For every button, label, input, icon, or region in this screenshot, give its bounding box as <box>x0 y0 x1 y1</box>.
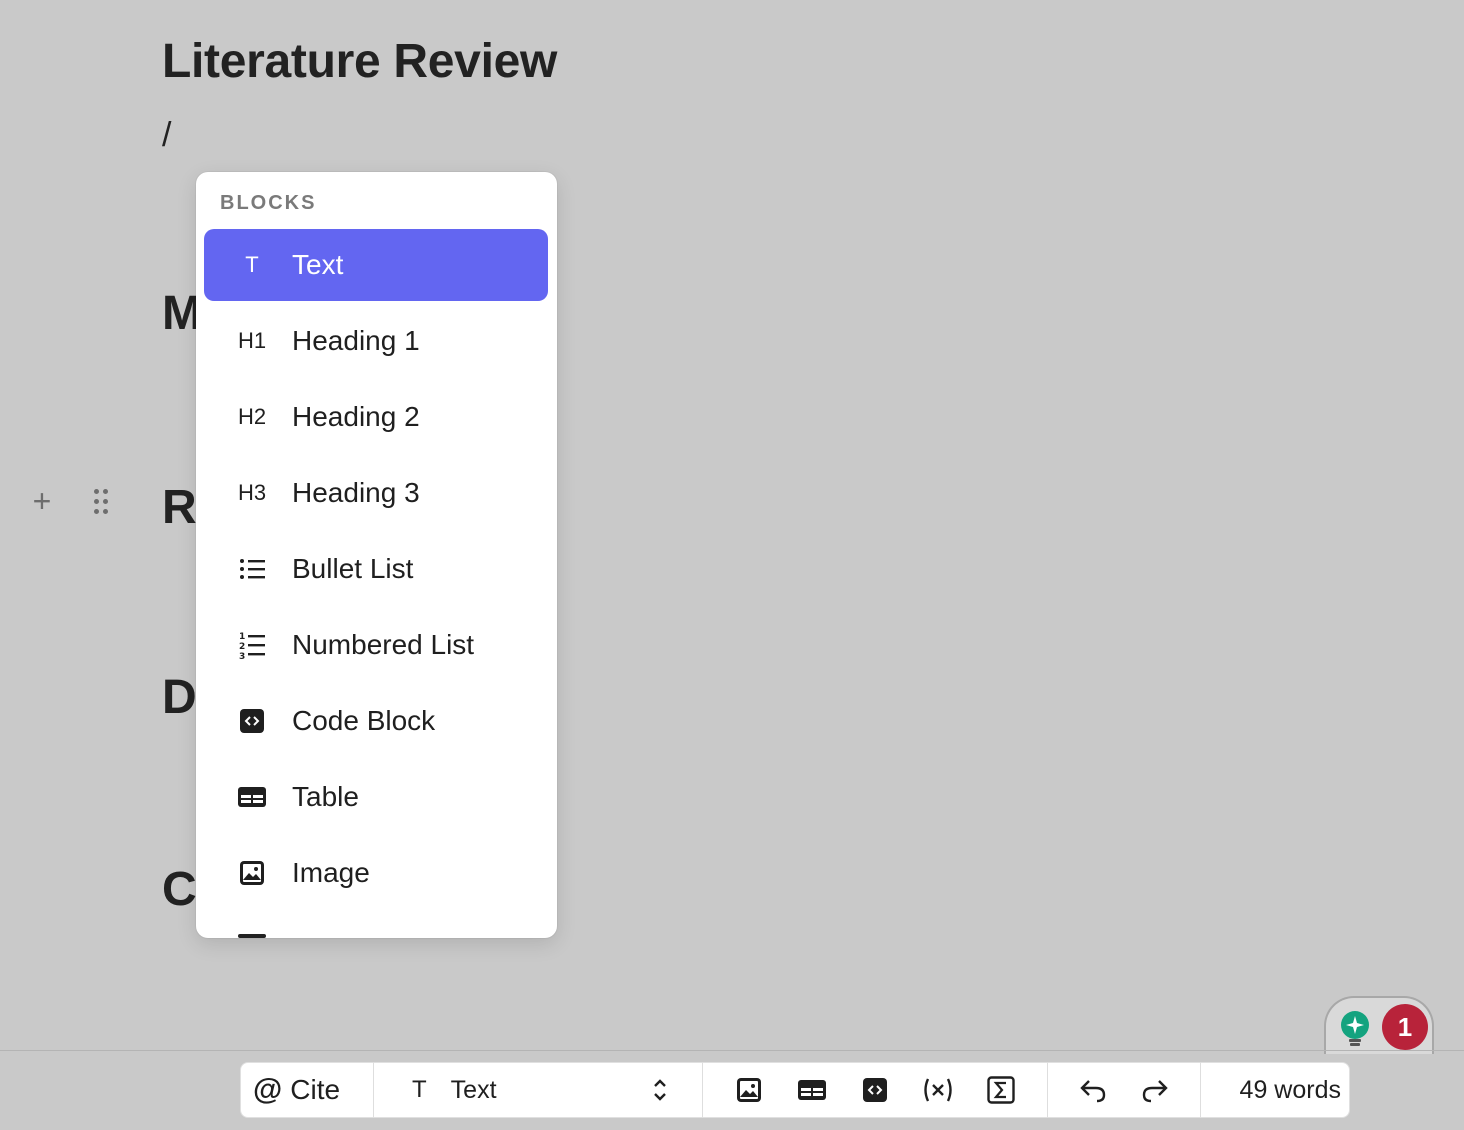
menu-item-numbered-list[interactable]: 1 2 3 Numbered List <box>204 609 548 681</box>
menu-item-heading-1[interactable]: H1 Heading 1 <box>204 305 548 377</box>
undo-icon[interactable] <box>1073 1070 1113 1110</box>
slash-command-menu: BLOCKS T Text H1 Heading 1 H2 Heading 2 … <box>196 172 557 938</box>
redo-icon[interactable] <box>1135 1070 1175 1110</box>
numbered-list-icon: 1 2 3 <box>204 609 300 681</box>
variable-icon[interactable] <box>918 1070 958 1110</box>
heading1-icon: H1 <box>237 328 267 353</box>
history-group <box>1048 1062 1200 1118</box>
cite-button[interactable]: @ Cite <box>241 1062 373 1118</box>
text-icon: T <box>245 252 259 277</box>
cite-label: Cite <box>290 1074 341 1105</box>
assistant-widget[interactable]: 1 <box>1324 996 1434 1054</box>
toolbar-divider <box>0 1050 1464 1051</box>
menu-item-label: Heading 1 <box>292 325 420 356</box>
lightbulb-icon[interactable] <box>1338 1010 1372 1051</box>
section-heading-peek[interactable]: C <box>162 862 198 917</box>
menu-item-heading-2[interactable]: H2 Heading 2 <box>204 381 548 453</box>
slash-command-input[interactable]: / <box>162 116 171 155</box>
bullet-list-icon <box>204 533 300 605</box>
block-type-select[interactable]: T Text <box>374 1062 702 1118</box>
svg-text:1: 1 <box>239 632 245 642</box>
svg-text:3: 3 <box>239 652 245 659</box>
menu-item-code-block[interactable]: Code Block <box>204 685 548 757</box>
block-type-label: Text <box>450 1075 497 1104</box>
menu-item-next-icon <box>238 934 266 938</box>
menu-item-image[interactable]: Image <box>204 837 548 909</box>
image-icon <box>204 837 300 909</box>
menu-item-label: Bullet List <box>292 553 414 584</box>
svg-text:2: 2 <box>239 642 245 652</box>
text-icon: T <box>412 1076 427 1103</box>
insert-group <box>703 1062 1047 1118</box>
code-block-icon[interactable] <box>855 1070 895 1110</box>
section-heading-peek[interactable]: M <box>162 286 198 341</box>
chevron-updown-icon <box>652 1076 668 1109</box>
code-block-icon <box>204 685 300 757</box>
section-heading-peek[interactable]: D <box>162 670 198 725</box>
word-count: 49 words <box>1239 1075 1341 1104</box>
drag-handle-icon[interactable] <box>92 487 112 517</box>
notification-badge[interactable]: 1 <box>1382 1004 1428 1050</box>
menu-item-label: Code Block <box>292 705 436 736</box>
at-sign-icon: @ <box>253 1073 283 1106</box>
menu-section-label: BLOCKS <box>220 192 317 214</box>
menu-item-text[interactable]: T Text <box>204 229 548 301</box>
menu-item-label: Numbered List <box>292 629 475 660</box>
menu-item-label: Heading 3 <box>292 477 420 508</box>
add-block-icon[interactable]: + <box>28 484 56 518</box>
document-title[interactable]: Literature Review <box>162 34 557 89</box>
menu-item-bullet-list[interactable]: Bullet List <box>204 533 548 605</box>
section-heading-peek[interactable]: R <box>162 480 198 535</box>
heading3-icon: H3 <box>237 480 267 505</box>
menu-item-heading-3[interactable]: H3 Heading 3 <box>204 457 548 529</box>
table-icon <box>204 761 300 833</box>
menu-item-label: Image <box>292 857 370 888</box>
image-icon[interactable] <box>729 1070 769 1110</box>
menu-item-label: Table <box>292 781 359 812</box>
menu-item-table[interactable]: Table <box>204 761 548 833</box>
menu-item-label: Heading 2 <box>292 401 420 432</box>
sigma-icon[interactable] <box>981 1070 1021 1110</box>
menu-item-label: Text <box>292 249 344 280</box>
table-icon[interactable] <box>792 1070 832 1110</box>
heading2-icon: H2 <box>237 404 267 429</box>
bottom-toolbar: @ Cite T Text 49 words <box>240 1062 1350 1118</box>
